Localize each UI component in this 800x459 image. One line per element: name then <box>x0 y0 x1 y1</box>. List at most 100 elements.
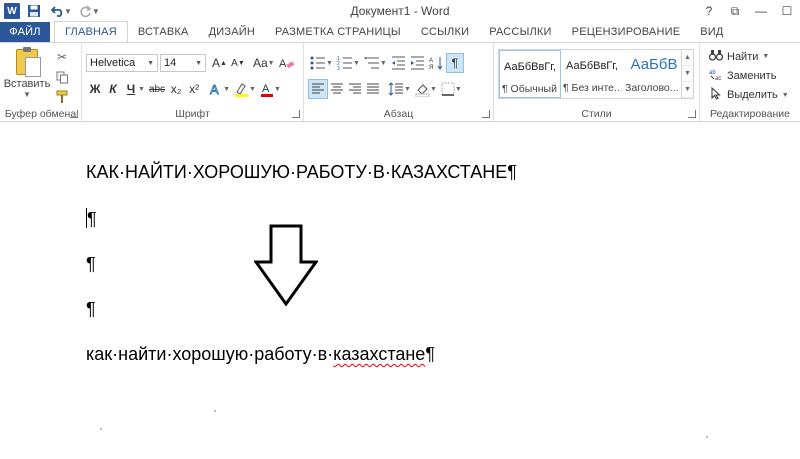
align-center-button[interactable] <box>328 79 346 99</box>
paragraph-uppercase[interactable]: КАК·НАЙТИ·ХОРОШУЮ·РАБОТУ·В·КАЗАХСТАНЕ¶ <box>86 162 517 183</box>
paste-dropdown-icon[interactable]: ▼ <box>23 90 31 99</box>
grow-font-icon: A <box>212 56 221 70</box>
cut-icon[interactable]: ✂ <box>54 49 70 65</box>
show-formatting-marks-button[interactable]: ¶ <box>445 53 464 73</box>
multilevel-dropdown-icon[interactable]: ▼ <box>380 60 387 67</box>
paragraph-lowercase[interactable]: как·найти·хорошую·работу·в·казахстане¶ <box>86 344 435 365</box>
tab-design[interactable]: ДИЗАЙН <box>199 22 265 42</box>
tab-references[interactable]: ССЫЛКИ <box>411 22 479 42</box>
font-name-combo[interactable]: Helvetica ▼ <box>86 54 158 72</box>
replace-icon: ab ac <box>708 68 724 83</box>
clear-formatting-button[interactable]: A <box>277 53 297 73</box>
change-case-dropdown-icon[interactable]: ▼ <box>268 60 275 67</box>
bullets-dropdown-icon[interactable]: ▼ <box>326 60 333 67</box>
tab-review[interactable]: РЕЦЕНЗИРОВАНИЕ <box>562 22 691 42</box>
bold-button[interactable]: Ж <box>86 79 104 99</box>
font-launcher-icon[interactable] <box>292 110 300 118</box>
font-color-dropdown-icon[interactable]: ▼ <box>274 86 281 93</box>
lowercase-text: как·найти·хорошую·работу·в· <box>86 344 334 364</box>
ribbon-display-options-button[interactable]: ⧉ <box>722 0 748 22</box>
highlight-dropdown-icon[interactable]: ▼ <box>249 86 256 93</box>
tab-page-layout[interactable]: РАЗМЕТКА СТРАНИЦЫ <box>265 22 411 42</box>
justify-button[interactable] <box>364 79 382 99</box>
style-normal[interactable]: АаБбВвГг, ¶ Обычный <box>499 50 561 98</box>
shading-dropdown-icon[interactable]: ▼ <box>430 86 437 93</box>
underline-dropdown-icon[interactable]: ▼ <box>138 86 145 93</box>
font-size-combo[interactable]: 14 ▼ <box>160 54 206 72</box>
more-styles-icon[interactable]: ▼ <box>682 82 693 98</box>
style-heading[interactable]: АаБбВ Заголово... <box>623 50 685 98</box>
numbering-button[interactable]: 123 <box>335 53 355 73</box>
tab-file[interactable]: ФАЙЛ <box>0 22 50 42</box>
pilcrow-mark: ¶ <box>86 299 96 319</box>
line-spacing-dropdown-icon[interactable]: ▼ <box>404 86 411 93</box>
align-left-button[interactable] <box>308 79 328 99</box>
paragraph-empty-1[interactable]: ¶ <box>86 208 97 230</box>
format-painter-icon[interactable] <box>54 89 70 105</box>
editing-group-label: Редактирование <box>710 108 790 120</box>
decrease-indent-button[interactable] <box>389 53 408 73</box>
document-page[interactable]: КАК·НАЙТИ·ХОРОШУЮ·РАБОТУ·В·КАЗАХСТАНЕ¶ ¶… <box>0 122 800 459</box>
styles-group: АаБбВвГг, ¶ Обычный АаБбВвГг, ¶ Без инте… <box>494 43 700 122</box>
line-spacing-button[interactable] <box>386 79 406 99</box>
align-right-button[interactable] <box>346 79 364 99</box>
misspelled-word[interactable]: казахстане <box>333 344 425 364</box>
find-dropdown-icon[interactable]: ▼ <box>762 53 769 60</box>
save-icon[interactable] <box>24 2 44 20</box>
tab-view[interactable]: ВИД <box>690 22 733 42</box>
svg-text:3: 3 <box>337 66 340 70</box>
select-dropdown-icon[interactable]: ▼ <box>782 92 789 99</box>
tab-insert[interactable]: ВСТАВКА <box>128 22 199 42</box>
select-label: Выделить <box>727 89 778 101</box>
paragraph-row-2: ▼ ▼ ▼ <box>308 79 464 99</box>
paragraph-empty-2[interactable]: ¶ <box>86 254 96 275</box>
italic-button[interactable]: К <box>104 79 122 99</box>
copy-icon[interactable] <box>54 69 70 85</box>
stray-dot <box>214 410 216 412</box>
chevron-up-icon[interactable]: ▲ <box>682 50 693 66</box>
increase-indent-button[interactable] <box>408 53 427 73</box>
clipboard-launcher-icon[interactable] <box>70 110 78 118</box>
paragraph-empty-3[interactable]: ¶ <box>86 299 96 320</box>
find-label: Найти <box>727 50 759 63</box>
text-effects-dropdown-icon[interactable]: ▼ <box>223 86 230 93</box>
paragraph-group: ▼ 123 ▼ ▼ АЯ ¶ ▼ ▼ ▼ Абзац <box>304 43 494 122</box>
find-button[interactable]: Найти ▼ <box>708 49 769 64</box>
strikethrough-button[interactable]: abc <box>147 79 167 99</box>
title-bar: W ▼ ▼ Документ1 - Word ? ⧉ — ☐ <box>0 0 800 22</box>
chevron-down-icon: ▼ <box>147 59 154 67</box>
styles-gallery-scroll: ▲ ▼ ▼ <box>681 50 693 98</box>
svg-text:A: A <box>262 83 270 95</box>
subscript-button[interactable]: x₂ <box>167 79 185 99</box>
undo-dropdown-icon[interactable]: ▼ <box>64 7 72 16</box>
clipboard-small-buttons: ✂ <box>54 49 70 105</box>
bullets-button[interactable] <box>308 53 328 73</box>
paste-button[interactable]: Вставить ▼ <box>4 47 50 103</box>
word-logo-icon[interactable]: W <box>4 3 20 19</box>
chevron-down-icon[interactable]: ▼ <box>682 66 693 82</box>
borders-dropdown-icon[interactable]: ▼ <box>455 86 462 93</box>
help-button[interactable]: ? <box>696 0 722 22</box>
numbering-dropdown-icon[interactable]: ▼ <box>353 60 360 67</box>
svg-text:A: A <box>210 82 219 96</box>
maximize-button[interactable]: ☐ <box>774 0 800 22</box>
tab-home[interactable]: ГЛАВНАЯ <box>54 21 128 42</box>
paragraph-launcher-icon[interactable] <box>482 110 490 118</box>
font-group: Helvetica ▼ 14 ▼ A ▲ A ▼ Aa ▼ A Ж К Ч ▼ ab… <box>82 43 304 122</box>
editing-group: Найти ▼ ab ac Заменить Выделить ▼ Редакти… <box>700 43 800 122</box>
styles-launcher-icon[interactable] <box>688 110 696 118</box>
style-no-spacing[interactable]: АаБбВвГг, ¶ Без инте... <box>561 50 623 98</box>
shrink-font-button[interactable]: A ▼ <box>229 53 247 73</box>
style-sample: АаБбВ <box>630 56 678 73</box>
svg-text:А: А <box>429 58 433 64</box>
select-button[interactable]: Выделить ▼ <box>708 86 789 103</box>
replace-button[interactable]: ab ac Заменить <box>708 68 776 83</box>
sort-button[interactable]: АЯ <box>427 53 446 73</box>
minimize-button[interactable]: — <box>748 0 774 22</box>
multilevel-list-button[interactable] <box>362 53 382 73</box>
tab-mailings[interactable]: РАССЫЛКИ <box>479 22 561 42</box>
down-arrow-shape[interactable] <box>254 224 318 306</box>
grow-font-button[interactable]: A ▲ <box>210 53 229 73</box>
superscript-button[interactable]: x² <box>185 79 203 99</box>
customize-qat-icon[interactable]: ▼ <box>92 7 100 16</box>
